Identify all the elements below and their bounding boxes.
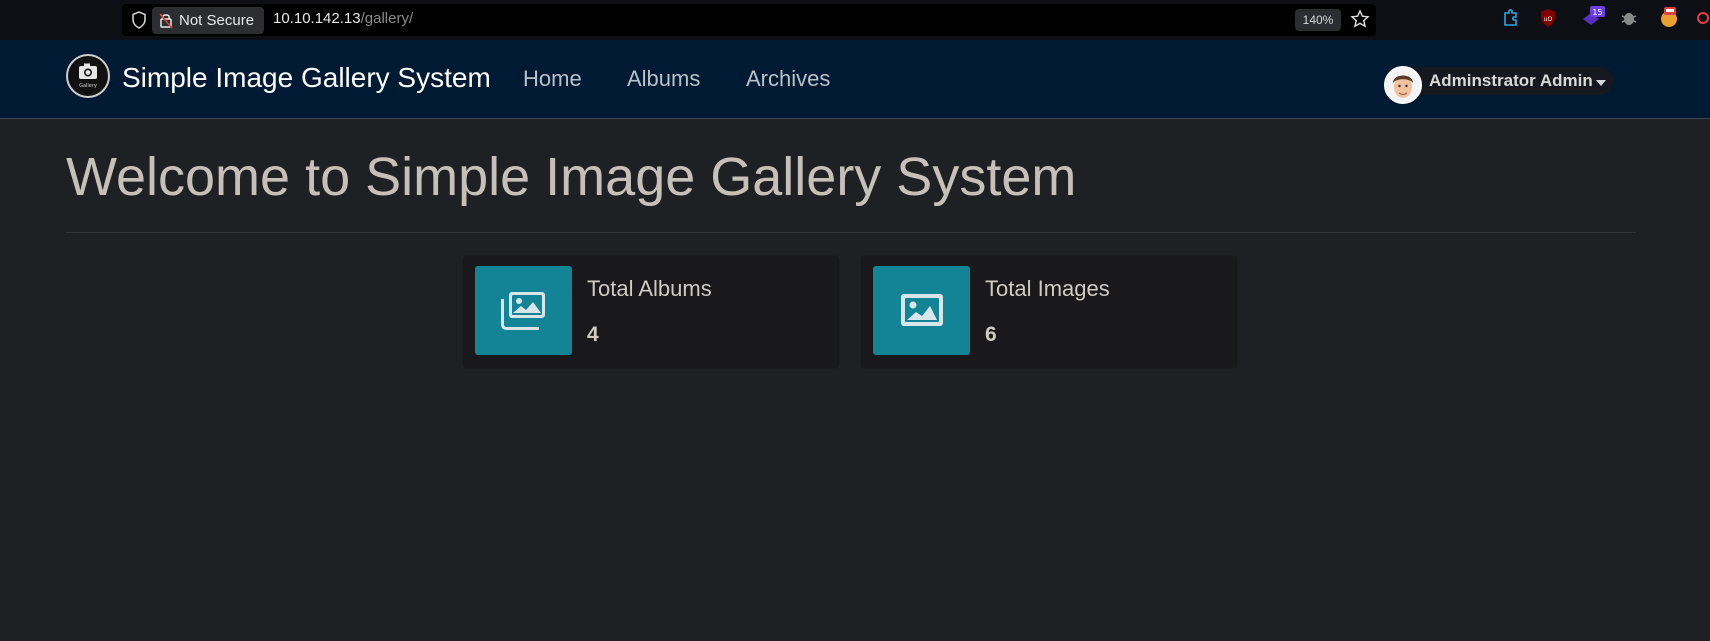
extension-badge-icon[interactable]: 15: [1580, 5, 1606, 31]
brand-name[interactable]: Simple Image Gallery System: [122, 62, 491, 94]
chevron-down-icon[interactable]: [1596, 80, 1606, 86]
cookie-extension-icon[interactable]: [1658, 5, 1680, 29]
extension-puzzle-icon[interactable]: [1502, 8, 1520, 28]
page-title: Welcome to Simple Image Gallery System: [66, 147, 1077, 207]
site-security-indicator[interactable]: Not Secure: [152, 7, 264, 34]
bookmark-star-icon[interactable]: [1350, 9, 1370, 29]
card-icon-box: [475, 266, 572, 355]
gallery-logo[interactable]: Gallery: [66, 54, 110, 98]
top-navbar: Gallery Simple Image Gallery System Home…: [0, 40, 1710, 119]
ublock-origin-icon[interactable]: uO: [1539, 8, 1557, 28]
url-host: 10.10.142.13: [273, 10, 361, 27]
card-value: 4: [587, 323, 599, 346]
svg-text:uO: uO: [1544, 16, 1553, 23]
total-albums-card: Total Albums 4: [463, 256, 839, 368]
logo-text: Gallery: [79, 83, 97, 89]
nav-albums-link[interactable]: Albums: [627, 66, 700, 92]
overflow-extension-icon[interactable]: [1696, 8, 1710, 28]
extension-badge-count: 15: [1592, 8, 1602, 17]
card-icon-box: [873, 266, 970, 355]
nav-home-link[interactable]: Home: [523, 66, 582, 92]
card-label: Total Albums: [587, 276, 712, 301]
nav-archives-link[interactable]: Archives: [746, 66, 830, 92]
zoom-level-button[interactable]: 140%: [1295, 9, 1341, 31]
image-icon: [901, 294, 943, 326]
url-path: /gallery/: [360, 10, 414, 27]
insecure-lock-icon: [159, 13, 173, 29]
divider: [66, 232, 1636, 233]
user-avatar-icon: [1386, 68, 1420, 102]
card-value: 6: [985, 323, 997, 346]
browser-toolbar: Not Secure 10.10.142.13/gallery/ 140% uO…: [0, 0, 1710, 40]
bug-extension-icon[interactable]: [1620, 8, 1638, 28]
total-images-card: Total Images 6: [861, 256, 1237, 368]
url-text[interactable]: 10.10.142.13/gallery/: [273, 10, 413, 27]
images-icon: [501, 292, 545, 330]
security-label: Not Secure: [179, 12, 255, 29]
avatar[interactable]: [1384, 66, 1422, 104]
user-name[interactable]: Adminstrator Admin: [1429, 71, 1593, 91]
card-label: Total Images: [985, 276, 1110, 301]
shield-icon[interactable]: [131, 11, 147, 29]
camera-icon: Gallery: [79, 63, 97, 89]
